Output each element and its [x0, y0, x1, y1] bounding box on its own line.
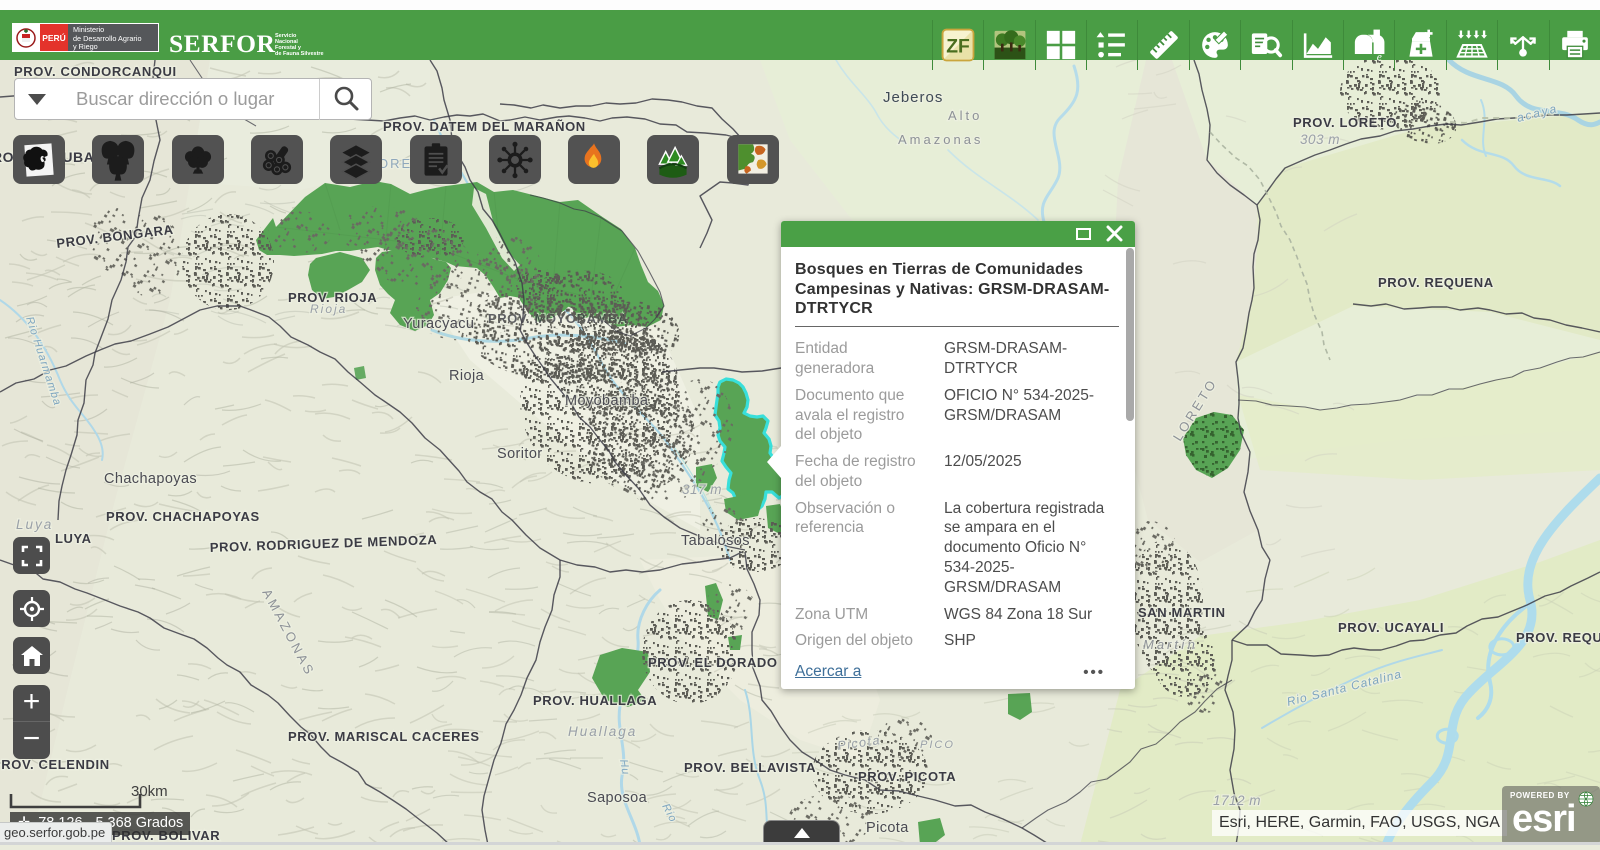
svg-text:PROV. MARISCAL CACERES: PROV. MARISCAL CACERES — [288, 729, 480, 744]
svg-text:e: e — [1377, 50, 1382, 63]
svg-text:Rioja: Rioja — [449, 368, 485, 384]
svg-text:PROV. HUALLAGA: PROV. HUALLAGA — [533, 693, 657, 708]
svg-text:PROV. REQUENA: PROV. REQUENA — [1378, 275, 1494, 290]
svg-text:Tabalosos: Tabalosos — [681, 533, 750, 549]
svg-text:Alto: Alto — [948, 108, 982, 123]
svg-text:PROV. REQUEN: PROV. REQUEN — [1516, 630, 1600, 645]
svg-text:Saposoa: Saposoa — [587, 790, 648, 806]
svg-text:PROV. LORETO: PROV. LORETO — [1293, 115, 1397, 130]
svg-text:PICO: PICO — [920, 739, 955, 751]
svg-text:ORE: ORE — [378, 156, 412, 171]
svg-text:Martín: Martín — [1143, 637, 1198, 652]
svg-text:PROV. UCAYALI: PROV. UCAYALI — [1338, 620, 1444, 635]
svg-text:Moyobamba: Moyobamba — [565, 393, 649, 409]
svg-text:303 m: 303 m — [1300, 132, 1340, 147]
svg-text:Soritor: Soritor — [497, 446, 543, 462]
svg-text:Rioja: Rioja — [310, 302, 347, 316]
svg-text:PROV. BELLAVISTA: PROV. BELLAVISTA — [684, 760, 816, 775]
svg-text:Picota: Picota — [866, 820, 909, 836]
svg-text:PROV. EL DORADO: PROV. EL DORADO — [648, 655, 778, 670]
svg-text:Huallaga: Huallaga — [568, 724, 637, 739]
svg-text:1712 m: 1712 m — [1213, 793, 1261, 808]
svg-text:PROV. DATEM DEL MARAÑON: PROV. DATEM DEL MARAÑON — [383, 119, 586, 134]
svg-text:317 m: 317 m — [682, 482, 722, 497]
svg-text:PROV. PICOTA: PROV. PICOTA — [858, 769, 956, 784]
svg-text:Jeberos: Jeberos — [883, 89, 943, 106]
svg-text:Yuracyacu: Yuracyacu — [403, 316, 474, 332]
svg-text:SAN MARTIN: SAN MARTIN — [1138, 605, 1226, 620]
svg-text:Amazonas: Amazonas — [898, 132, 983, 147]
svg-text:ZF: ZF — [946, 37, 970, 58]
